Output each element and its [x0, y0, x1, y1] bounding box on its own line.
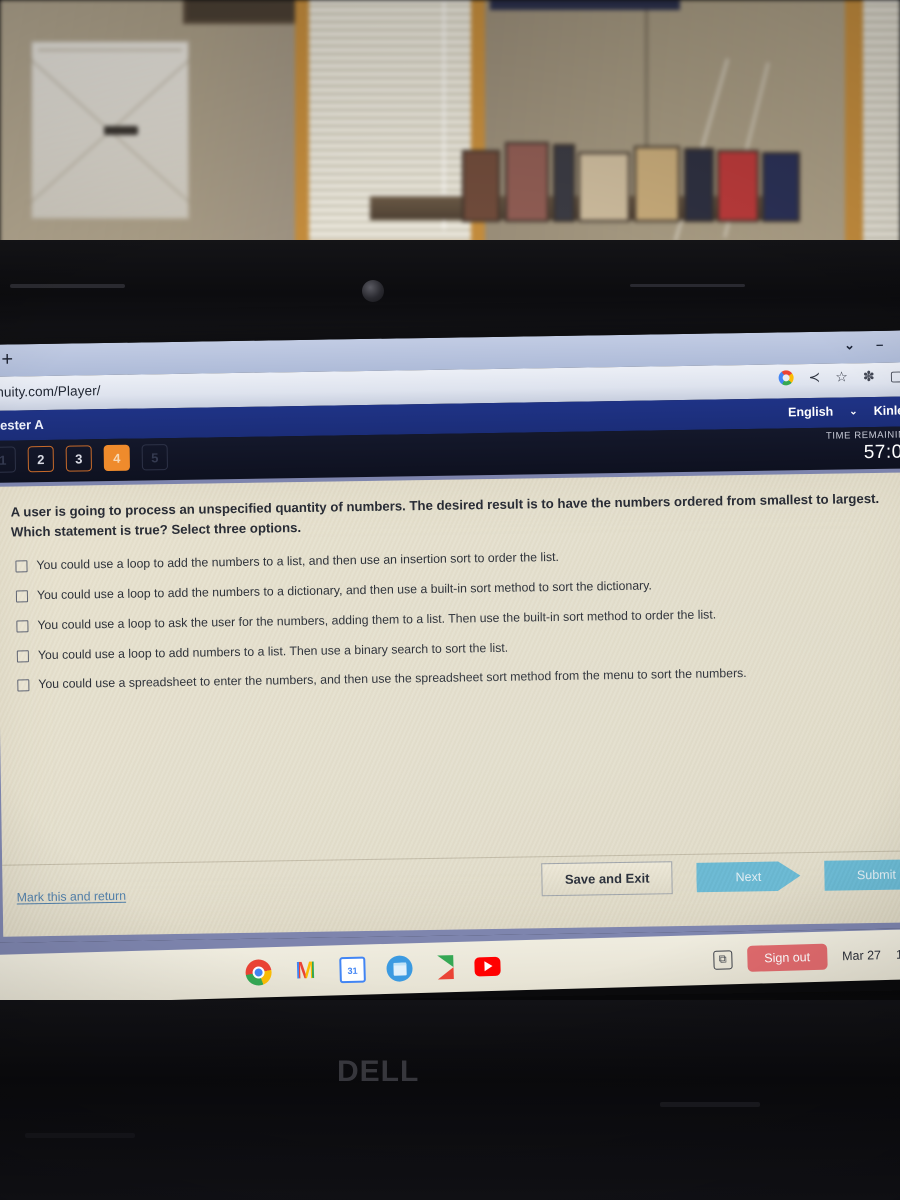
question-panel: A user is going to process an unspecifie…: [0, 472, 900, 937]
framed-photo: [462, 150, 500, 222]
framed-photo: [717, 150, 759, 222]
question-number-list: 1 2 3 4 5: [0, 444, 168, 473]
timer-value: 57:01: [863, 441, 900, 464]
chevron-down-icon[interactable]: ⌄: [849, 406, 858, 417]
question-prompt: A user is going to process an unspecifie…: [10, 490, 880, 540]
profile-icon[interactable]: ▢: [890, 368, 900, 384]
shelf-time[interactable]: 12:0: [896, 947, 900, 962]
chrome-icon[interactable]: [245, 959, 272, 986]
question-number-2[interactable]: 2: [27, 445, 55, 473]
extensions-puzzle-icon[interactable]: ✽: [863, 368, 875, 384]
shelf-status-area: ⧉ Sign out Mar 27 12:0: [713, 929, 900, 985]
timer: TIME REMAINING 57:01: [826, 429, 900, 464]
checkbox-icon[interactable]: [15, 590, 29, 603]
laptop-deck: [0, 1000, 900, 1200]
youtube-icon[interactable]: [474, 956, 501, 976]
room-background: [0, 0, 900, 246]
language-selector-label[interactable]: English: [788, 405, 833, 420]
window-caret-icon[interactable]: ⌄: [844, 337, 855, 353]
course-title: emester A: [0, 417, 44, 433]
checkbox-icon[interactable]: [16, 649, 29, 663]
header-right-group: English ⌄ Kinley: [788, 403, 900, 419]
shelf-date[interactable]: Mar 27: [842, 948, 881, 963]
framed-photo: [505, 142, 549, 222]
sign-out-button[interactable]: Sign out: [746, 943, 828, 972]
google-icon[interactable]: [778, 370, 794, 386]
framed-photo: [684, 148, 714, 222]
answer-option[interactable]: You could use a loop to add the numbers …: [15, 575, 896, 604]
gmail-icon[interactable]: M: [292, 957, 319, 985]
new-tab-button[interactable]: +: [0, 348, 16, 370]
shelf-app-icons: M 31: [245, 941, 501, 998]
action-button-row: Save and Exit Next Submit: [541, 857, 900, 897]
question-number-1[interactable]: 1: [0, 446, 17, 473]
question-number-5[interactable]: 5: [141, 444, 168, 471]
question-number-3[interactable]: 3: [65, 445, 92, 472]
wall-tv: [490, 0, 680, 10]
answer-option[interactable]: You could use a spreadsheet to enter the…: [17, 664, 897, 693]
checkbox-icon[interactable]: [17, 679, 30, 692]
address-bar-url[interactable]: enuity.com/Player/: [0, 383, 101, 400]
answer-option[interactable]: You could use a loop to add the numbers …: [15, 545, 895, 574]
laptop-screen: + ⌄ – enuity.com/Player/ ≺ ☆ ✽ ▢ emester…: [0, 330, 900, 1005]
user-name[interactable]: Kinley: [874, 403, 900, 418]
closet-door: [30, 40, 190, 220]
answer-option-label: You could use a loop to add numbers to a…: [37, 640, 509, 662]
answer-option-label: You could use a loop to add the numbers …: [36, 549, 560, 573]
answer-option[interactable]: You could use a loop to add numbers to a…: [16, 634, 897, 663]
next-button[interactable]: Next: [696, 861, 800, 893]
share-icon[interactable]: ≺: [808, 369, 820, 385]
timer-label: TIME REMAINING: [825, 429, 900, 442]
answer-option-label: You could use a spreadsheet to enter the…: [38, 666, 747, 692]
framed-photo: [762, 152, 800, 222]
calendar-icon[interactable]: 31: [339, 956, 366, 984]
files-icon[interactable]: [386, 955, 413, 982]
screenshot-icon[interactable]: ⧉: [713, 949, 733, 970]
omnibox-icon-group: ≺ ☆ ✽ ▢: [778, 368, 900, 386]
save-and-exit-button[interactable]: Save and Exit: [541, 861, 673, 897]
checkbox-icon[interactable]: [15, 560, 28, 573]
play-store-icon[interactable]: [437, 955, 454, 980]
mark-this-and-return-link[interactable]: Mark this and return: [17, 889, 127, 905]
window-minimize-icon[interactable]: –: [876, 337, 883, 352]
answer-option[interactable]: You could use a loop to ask the user for…: [16, 604, 896, 633]
webcam: [362, 280, 384, 302]
question-number-4[interactable]: 4: [103, 444, 130, 472]
checkbox-icon[interactable]: [16, 619, 29, 633]
bookmark-star-icon[interactable]: ☆: [835, 368, 848, 384]
desktop-behind-panel: A user is going to process an unspecifie…: [0, 468, 900, 943]
photo-of-laptop-screen: + ⌄ – enuity.com/Player/ ≺ ☆ ✽ ▢ emester…: [0, 0, 900, 1200]
answer-option-label: You could use a loop to add the numbers …: [36, 578, 652, 602]
framed-photo: [634, 146, 680, 222]
framed-photo: [553, 144, 575, 222]
framed-photo: [578, 152, 630, 222]
answer-options-list: You could use a loop to add the numbers …: [15, 545, 897, 708]
dell-brand-logo: DELL: [337, 1055, 420, 1088]
wall-sign: [183, 0, 303, 24]
window-blinds-right: [863, 0, 900, 246]
answer-option-label: You could use a loop to ask the user for…: [37, 607, 717, 632]
submit-button[interactable]: Submit: [824, 858, 900, 891]
